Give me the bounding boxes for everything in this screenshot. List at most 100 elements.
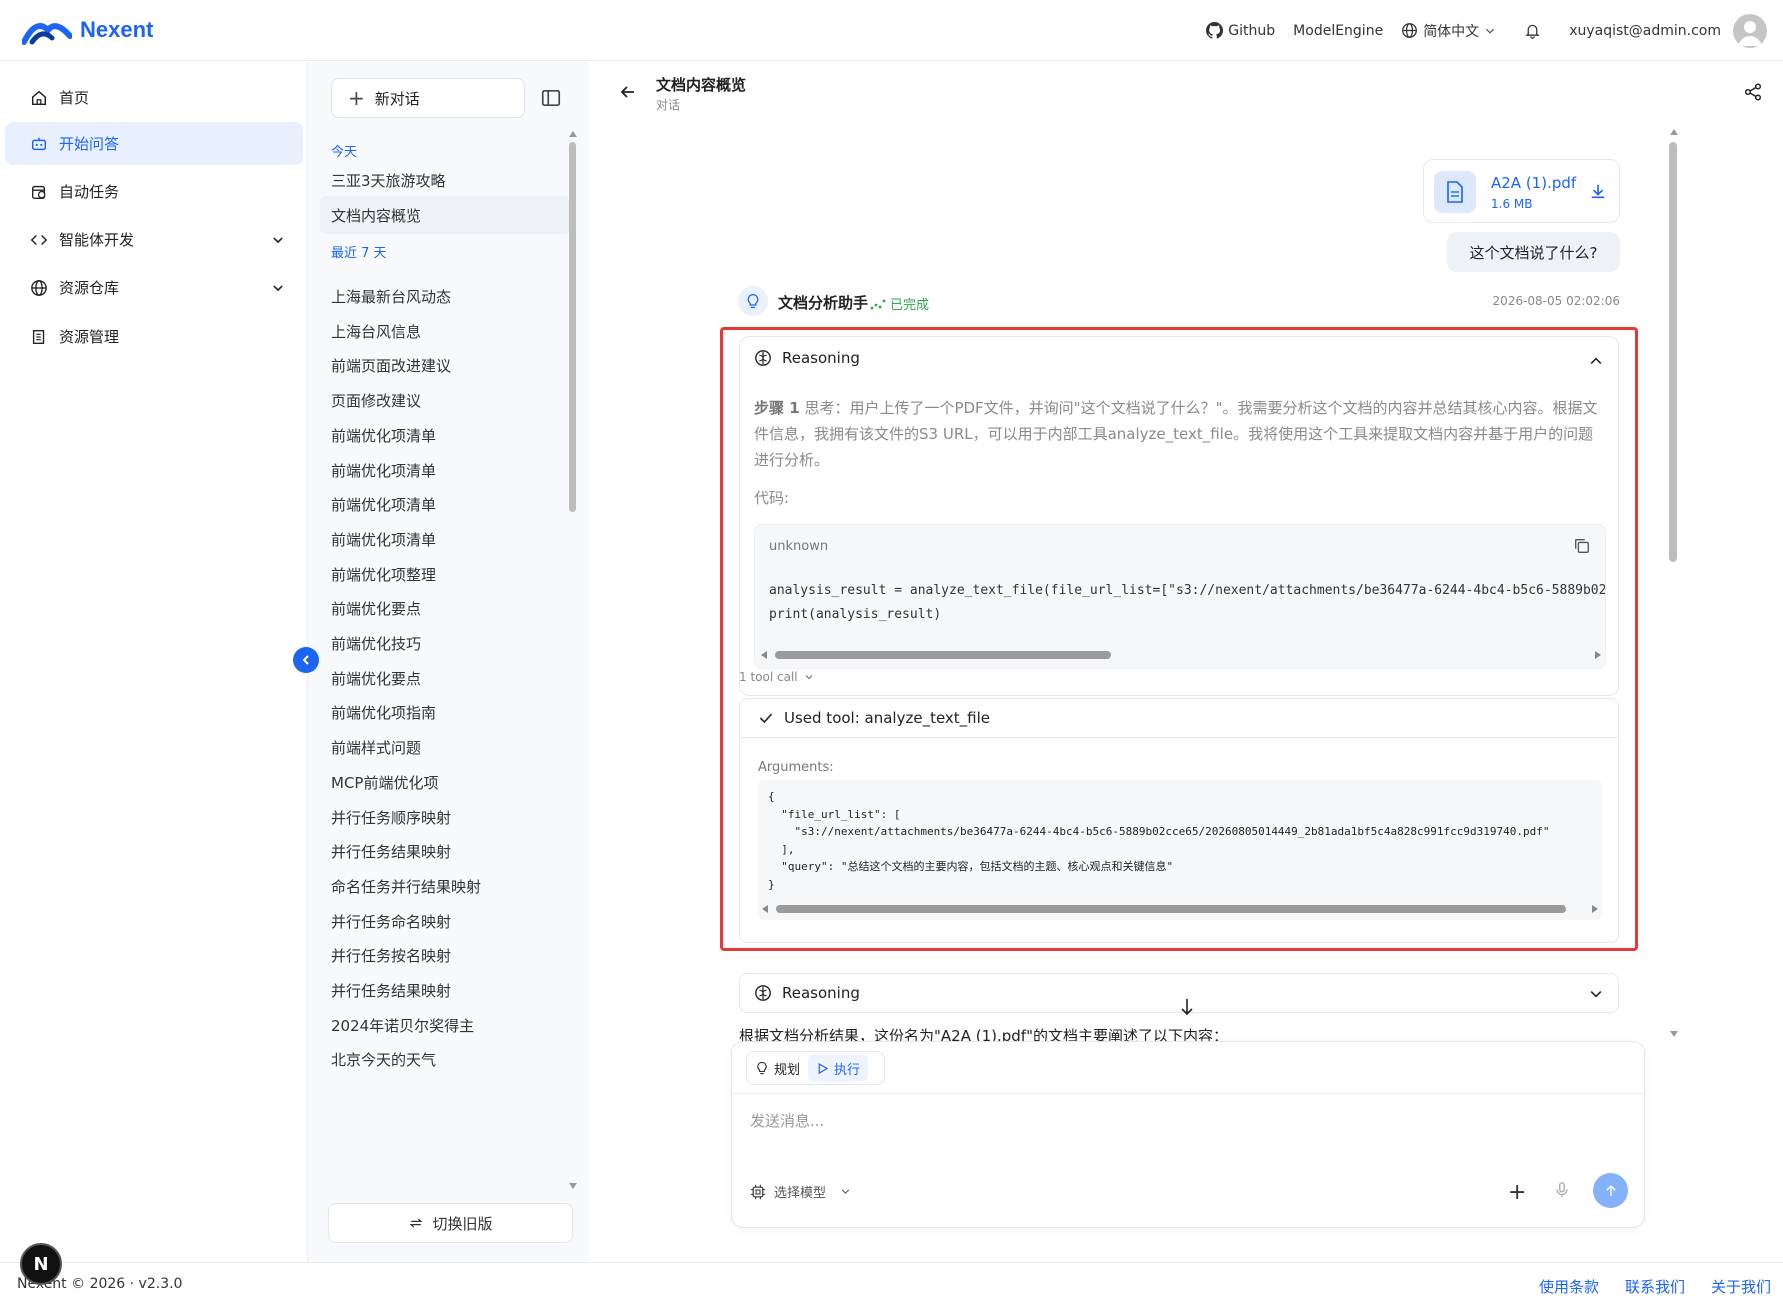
list-item[interactable]: 前端优化要点	[331, 668, 421, 689]
robot-icon	[31, 137, 47, 150]
sidebar-item-home[interactable]: 首页	[5, 76, 303, 119]
status-badge: 已完成	[870, 294, 929, 313]
logo[interactable]: Nexent	[22, 14, 153, 46]
code-icon	[30, 234, 48, 245]
mode-plan-button[interactable]: 规划	[747, 1054, 808, 1082]
footer-link-terms[interactable]: 使用条款	[1539, 1276, 1599, 1297]
divider	[732, 1093, 1644, 1094]
share-icon[interactable]	[1743, 82, 1763, 102]
user-message: 这个文档说了什么?	[1447, 232, 1620, 272]
collapse-sidebar-button[interactable]	[293, 647, 319, 673]
notification-button[interactable]	[1524, 22, 1541, 39]
user-email[interactable]: xuyaqist@admin.com	[1569, 23, 1721, 39]
send-button[interactable]	[1593, 1173, 1628, 1208]
sidebar-item-label: 首页	[59, 89, 90, 107]
language-selector[interactable]: 简体中文	[1401, 21, 1496, 41]
model-engine-label: ModelEngine	[1293, 22, 1384, 39]
status-label: 已完成	[890, 298, 930, 313]
list-item[interactable]: 2024年诺贝尔奖得主	[331, 1015, 474, 1036]
github-link[interactable]: Github	[1206, 22, 1275, 39]
sidebar-item-chat[interactable]: 开始问答	[5, 122, 303, 165]
list-item[interactable]: 页面修改建议	[331, 390, 421, 411]
list-item[interactable]: 上海台风信息	[331, 321, 421, 342]
list-item[interactable]: 并行任务结果映射	[331, 980, 451, 1001]
sidebar-item-tasks[interactable]: 自动任务	[5, 170, 303, 213]
list-item[interactable]: 前端页面改进建议	[331, 355, 451, 376]
sidebar-toggle-icon[interactable]	[540, 87, 562, 109]
globe-icon	[31, 279, 47, 296]
chip-icon	[750, 1184, 766, 1199]
list-item[interactable]: 前端优化项清单	[331, 529, 436, 550]
list-item[interactable]: 上海最新台风动态	[331, 286, 451, 307]
sidebar-item-label: 自动任务	[59, 183, 120, 201]
history-panel: + 新对话 今天 三亚3天旅游攻略 文档内容概览 最近 7 天 上海最新台风动态…	[307, 62, 589, 1262]
language-label: 简体中文	[1423, 23, 1480, 40]
list-item[interactable]: 前端优化项清单	[331, 460, 436, 481]
microphone-icon[interactable]	[1553, 1181, 1571, 1199]
download-icon[interactable]	[1589, 182, 1607, 200]
conversation-scrollbar[interactable]	[1669, 142, 1677, 562]
sidebar-item-resources[interactable]: 资源仓库	[5, 266, 303, 309]
list-item[interactable]: 前端优化要点	[331, 598, 421, 619]
list-item[interactable]: 前端优化项指南	[331, 702, 436, 723]
history-section-today: 今天	[331, 145, 358, 160]
github-label: Github	[1228, 22, 1276, 39]
avatar[interactable]	[1733, 13, 1767, 48]
scroll-up-icon[interactable]	[568, 130, 578, 138]
attachment-card[interactable]: A2A (1).pdf 1.6 MB	[1423, 159, 1620, 223]
scroll-up-icon[interactable]	[1669, 128, 1679, 136]
chevron-down-icon	[273, 284, 283, 291]
sidebar-item-label: 开始问答	[59, 135, 120, 153]
scroll-down-icon[interactable]	[568, 1182, 578, 1190]
sidebar-item-label: 资源仓库	[59, 279, 120, 297]
model-engine-link[interactable]: ModelEngine	[1293, 23, 1383, 39]
attachment-size: 1.6 MB	[1491, 197, 1533, 211]
message-input[interactable]: 发送消息...	[750, 1110, 824, 1131]
reasoning-title: Reasoning	[782, 984, 860, 1002]
list-item[interactable]: 并行任务顺序映射	[331, 807, 451, 828]
switch-old-version-button[interactable]: 切换旧版	[328, 1203, 573, 1243]
list-item[interactable]: 前端样式问题	[331, 737, 421, 758]
chevron-down-icon	[1486, 28, 1495, 34]
list-item[interactable]: 并行任务按名映射	[331, 945, 451, 966]
sidebar-item-label: 智能体开发	[59, 231, 135, 249]
chevron-down-icon	[273, 236, 283, 243]
conversation-header: 文档内容概览 对话	[590, 62, 1783, 122]
highlight-frame	[720, 327, 1638, 951]
top-bar: Nexent Github ModelEngine 简体中文 xuyaqist@…	[0, 0, 1783, 61]
scroll-down-icon[interactable]	[1669, 1030, 1679, 1038]
sidebar-item-label: 资源管理	[59, 328, 120, 346]
mode-exec-button[interactable]: 执行	[808, 1054, 869, 1082]
list-item[interactable]: 并行任务命名映射	[331, 911, 451, 932]
list-item[interactable]: 前端优化项清单	[331, 425, 436, 446]
scroll-to-bottom-icon[interactable]	[1179, 998, 1195, 1016]
footer-link-about[interactable]: 关于我们	[1711, 1276, 1771, 1297]
list-item[interactable]: MCP前端优化项	[331, 772, 438, 793]
sidebar-item-agent-dev[interactable]: 智能体开发	[5, 218, 303, 261]
building-icon	[32, 329, 45, 344]
back-arrow-icon[interactable]	[618, 82, 638, 102]
sidebar-item-resource-mgmt[interactable]: 资源管理	[5, 315, 303, 358]
chevron-down-icon	[1590, 991, 1602, 998]
arrow-up-icon	[1605, 1184, 1616, 1196]
list-item[interactable]: 北京今天的天气	[331, 1049, 436, 1070]
list-item[interactable]: 前端优化技巧	[331, 633, 421, 654]
list-item[interactable]: 并行任务结果映射	[331, 841, 451, 862]
list-item-selected[interactable]: 文档内容概览	[320, 196, 570, 234]
plus-icon: +	[348, 86, 365, 110]
page-title: 文档内容概览	[656, 76, 747, 94]
footer-link-contact[interactable]: 联系我们	[1625, 1276, 1685, 1297]
model-selector[interactable]: 选择模型	[750, 1182, 851, 1201]
list-item[interactable]: 三亚3天旅游攻略	[331, 170, 446, 191]
nextjs-badge[interactable]: N	[20, 1243, 62, 1285]
history-scrollbar[interactable]	[569, 142, 576, 512]
list-item[interactable]: 命名任务并行结果映射	[331, 876, 481, 897]
globe-icon	[1402, 23, 1418, 38]
attachment-name: A2A (1).pdf	[1491, 174, 1577, 192]
add-attachment-icon[interactable]: +	[1508, 1180, 1526, 1205]
list-item[interactable]: 前端优化项清单	[331, 494, 436, 515]
reasoning-header: Reasoning	[754, 984, 860, 1002]
list-item[interactable]: 前端优化项整理	[331, 564, 436, 585]
mode-exec-label: 执行	[834, 1062, 861, 1078]
new-chat-button[interactable]: + 新对话	[331, 78, 525, 118]
